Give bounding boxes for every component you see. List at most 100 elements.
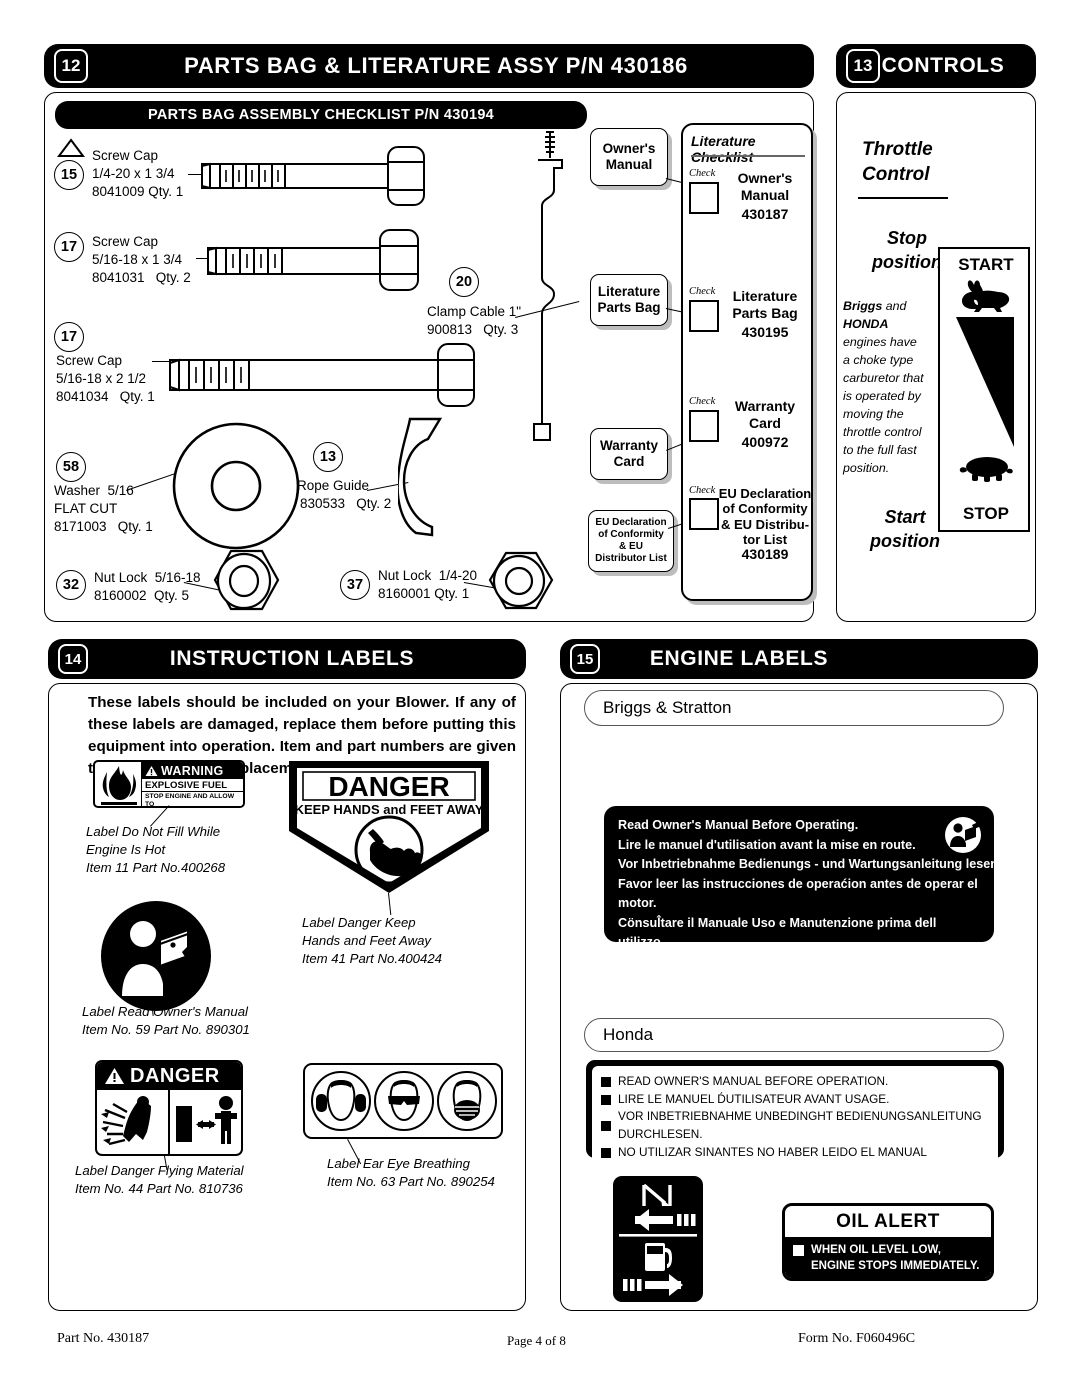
washer-icon (172, 422, 300, 550)
section-number-14: 14 (58, 644, 88, 674)
flame-icon (101, 766, 137, 805)
oil-alert-line-2: ENGINE STOPS IMMEDIATELY. (811, 1259, 980, 1272)
parts-bag-checklist-header: PARTS BAG ASSEMBLY CHECKLIST P/N 430194 (55, 101, 587, 129)
throttle-graphic-frame: START STOP (938, 247, 1030, 532)
checklist-name-3: Warranty Card (734, 398, 796, 431)
honda-line-3: VOR INBETRIEBNAHME UNBEDINGHT BEDIENUNGS… (601, 1108, 989, 1143)
caption-danger-keep-hands: Label Danger Keep Hands and Feet Away It… (302, 915, 443, 966)
briggs-line-3: Vor Inbetriebnahme Bedienungs - und Wart… (618, 857, 994, 872)
checklist-pn-2: 430195 (741, 324, 789, 340)
rabbit-icon (962, 280, 1010, 312)
ppe-icons (311, 1071, 497, 1131)
literature-checklist-title: Literature Checklist (691, 133, 756, 165)
honda-line-1: READ OWNER'S MANUAL BEFORE OPERATION. (601, 1073, 989, 1091)
choke-fuel-icon (613, 1176, 703, 1302)
label-danger-flying-material: DANGER (95, 1060, 243, 1156)
checklist-name-1: Owner's Manual (737, 170, 793, 203)
part-name-15: Screw Cap (92, 148, 159, 163)
explosive-fuel-line2: STOP ENGINE AND ALLOW TO (145, 793, 235, 808)
warning-triangle-icon (57, 138, 85, 157)
section-title-13: CONTROLS (881, 54, 1005, 77)
item-number-37: 37 (340, 570, 370, 600)
callout-literature-parts-bag: Literature Parts Bag (590, 274, 668, 326)
turtle-icon (959, 457, 1013, 482)
checklist-name-2: Literature Parts Bag (732, 288, 798, 321)
checklist-name-4: EU Declaration of Conformity & EU Distri… (718, 486, 812, 547)
callout-owners-manual: Owner's Manual (590, 128, 668, 186)
part-pn-17b: 8041034 Qty. 1 (56, 389, 155, 404)
part-pn-32: 8160002 Qty. 5 (94, 588, 190, 603)
section-title-15: ENGINE LABELS (649, 647, 829, 670)
item-number-17b: 17 (54, 322, 84, 352)
svg-text:KEEP HANDS and FEET AWAY: KEEP HANDS and FEET AWAY (295, 802, 484, 817)
label-ear-eye-breathing (303, 1063, 503, 1139)
part-name-58: Washer 5/16 (54, 483, 134, 498)
oil-alert-bullet (793, 1245, 804, 1256)
throttle-heading-underline (858, 197, 948, 200)
section-title-14: INSTRUCTION LABELS (169, 647, 415, 670)
danger-flying-word: DANGER (130, 1064, 220, 1087)
item-number-15: 15 (54, 160, 84, 190)
honda-bullet-3 (601, 1121, 611, 1132)
checkbox-warranty-card[interactable] (689, 410, 719, 442)
part-spec-15: 1/4-20 x 1 3/4 (92, 166, 175, 181)
section-header-12: 12 PARTS BAG & LITERATURE ASSY P/N 43018… (44, 44, 814, 88)
honda-bullet-4 (601, 1147, 611, 1158)
briggs-brand-pill: Briggs & Stratton (584, 690, 1004, 726)
clamp-cable-icon (533, 131, 563, 441)
part-name-32: Nut Lock 5/16-18 (94, 570, 201, 585)
part-spec-17a: 5/16-18 x 1 3/4 (92, 252, 183, 267)
oil-alert-body: WHEN OIL LEVEL LOW, ENGINE STOPS IMMEDIA… (785, 1237, 991, 1278)
item-number-17a: 17 (54, 232, 84, 262)
part-pn-13: 830533 Qty. 2 (300, 496, 392, 511)
checkbox-owners-manual[interactable] (689, 182, 719, 214)
literature-divider (691, 155, 805, 157)
honda-line-4: NO UTILIZAR SINANTES NO HABER LEIDO EL M… (601, 1144, 989, 1162)
briggs-line-6: Cönsul̂tare il Manuale Uso e Manutenzio… (618, 915, 937, 942)
label-read-owners-manual-icon (101, 901, 211, 1011)
throttle-note: Briggs and HONDA engines have a choke type… (843, 299, 924, 475)
callout-eu-declaration: EU Declaration of Conformity & EU Distri… (588, 510, 674, 572)
item-number-20: 20 (449, 267, 479, 297)
keep-distance-icon (175, 1096, 237, 1144)
footer-part-no: Part No. 430187 (57, 1331, 150, 1346)
bolt-icon-17b (169, 343, 475, 407)
part-spec-58: FLAT CUT (54, 501, 118, 516)
part-name-37: Nut Lock 1/4-20 (378, 568, 478, 583)
section-title-12: PARTS BAG & LITERATURE ASSY P/N 430186 (184, 53, 688, 78)
part-spec-17b: 5/16-18 x 2 1/2 (56, 371, 147, 386)
footer-form-no: Form No. F060496C (798, 1331, 916, 1346)
part-pn-37: 8160001 Qty. 1 (378, 586, 470, 601)
part-pn-58: 8171003 Qty. 1 (54, 519, 153, 534)
svg-text:DANGER: DANGER (328, 771, 449, 802)
throttle-start-text: START (958, 255, 1014, 274)
checkbox-eu-declaration[interactable] (689, 498, 719, 530)
item-number-58: 58 (56, 452, 86, 482)
oil-alert-label: OIL ALERT WHEN OIL LEVEL LOW, ENGINE STO… (782, 1203, 994, 1281)
briggs-line-1: Read Owner's Manual Before Operating. (618, 818, 859, 832)
throttle-stop-text: STOP (963, 504, 1009, 523)
part-name-17b: Screw Cap (56, 353, 123, 368)
checklist-pn-1: 430187 (741, 206, 789, 222)
caption-ear-eye-breathing: Label Ear Eye Breathing Item No. 63 Part… (327, 1156, 495, 1189)
honda-multilingual-label: READ OWNER'S MANUAL BEFORE OPERATION. LI… (586, 1060, 1004, 1183)
briggs-multilingual-label: Read Owner's Manual Before Operating. Li… (604, 806, 994, 942)
read-manual-round-icon (945, 817, 981, 853)
bolt-icon-15 (201, 146, 425, 206)
honda-bullet-1 (601, 1076, 611, 1087)
manual-page: 12 PARTS BAG & LITERATURE ASSY P/N 43018… (0, 0, 1080, 1397)
item-number-32: 32 (56, 570, 86, 600)
callout-warranty-card: Warranty Card (590, 428, 668, 480)
throttle-control-heading: Throttle Control (862, 139, 933, 185)
caption-do-not-fill: Label Do Not Fill While Engine Is Hot It… (86, 824, 226, 875)
flying-debris-icon (101, 1096, 151, 1146)
checkbox-literature-parts-bag[interactable] (689, 300, 719, 332)
caption-danger-flying: Label Danger Flying Material Item No. 44… (75, 1163, 244, 1196)
check-label-4: Check (689, 485, 716, 496)
check-label-2: Check (689, 286, 716, 297)
section-number-13: 13 (846, 49, 880, 83)
checklist-pn-3: 400972 (741, 434, 789, 450)
honda-brand-pill: Honda (584, 1018, 1004, 1052)
label-explosive-fuel: WARNING EXPLOSIVE FUEL STOP ENGINE AND A… (93, 760, 245, 808)
check-label-3: Check (689, 396, 716, 407)
